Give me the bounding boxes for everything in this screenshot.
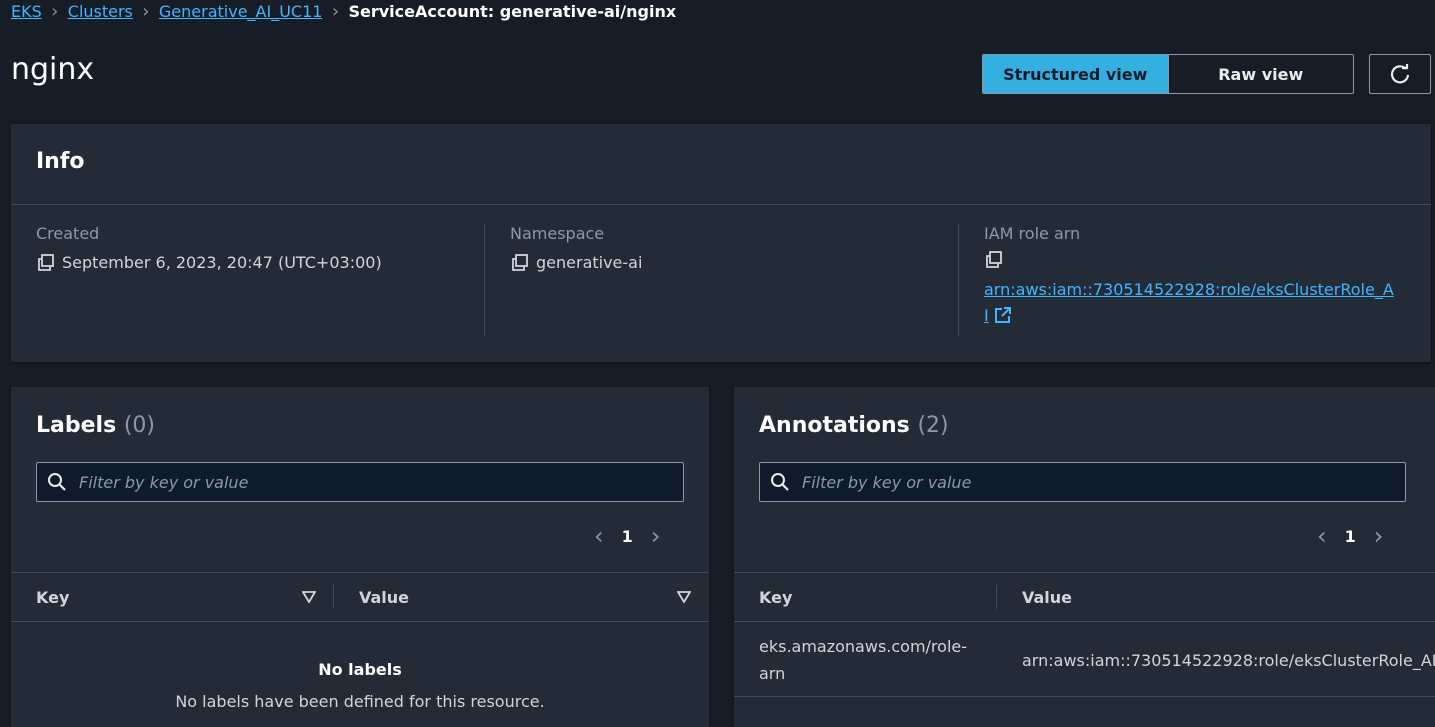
page-title: nginx [11, 52, 95, 87]
annotations-search-input[interactable] [800, 471, 1364, 493]
search-icon [771, 473, 789, 491]
copy-icon[interactable] [984, 251, 1004, 269]
created-label: Created [36, 224, 100, 243]
annotations-table-header: Key Value [734, 572, 1435, 622]
annotations-panel: Annotations (2) ‹ 1 › Key Value eks.amaz… [734, 387, 1435, 727]
divider [958, 224, 959, 336]
column-divider [996, 585, 997, 609]
labels-title-text: Labels [36, 413, 117, 438]
table-row-key: eks.amazonaws.com/role- arn [759, 633, 989, 687]
raw-view-button[interactable]: Raw view [1167, 55, 1354, 93]
divider [484, 224, 485, 336]
labels-col-value[interactable]: Value [359, 588, 409, 607]
chevron-left-icon[interactable]: ‹ [594, 522, 604, 550]
breadcrumb-eks[interactable]: EKS [11, 2, 42, 21]
chevron-right-icon: › [142, 0, 150, 22]
refresh-button[interactable] [1369, 54, 1431, 94]
namespace-field: Namespace generative-ai [510, 224, 642, 272]
annotations-count: (2) [917, 413, 949, 438]
chevron-right-icon: › [51, 0, 59, 22]
labels-panel: Labels (0) ‹ 1 › Key Value No labels No … [11, 387, 709, 727]
view-toggle: Structured view Raw view [982, 54, 1354, 94]
copy-icon[interactable] [36, 253, 56, 272]
annotation-key-line2: arn [759, 664, 786, 683]
structured-view-button[interactable]: Structured view [983, 55, 1168, 93]
breadcrumb-current: ServiceAccount: generative-ai/nginx [348, 1, 677, 21]
namespace-value: generative-ai [536, 253, 643, 272]
annotations-title-text: Annotations [759, 413, 910, 438]
chevron-left-icon[interactable]: ‹ [1317, 522, 1327, 550]
annotations-title: Annotations (2) [759, 413, 949, 438]
iam-role-link-line1[interactable]: arn:aws:iam::730514522928:role/eksCluste… [984, 280, 1394, 299]
labels-search-input[interactable] [77, 471, 641, 493]
labels-empty-title: No labels [318, 660, 402, 679]
labels-table-header: Key Value [11, 572, 709, 622]
annotations-pagination: ‹ 1 › [1317, 522, 1383, 550]
labels-search[interactable] [36, 462, 684, 502]
iam-role-label: IAM role arn [984, 224, 1081, 243]
labels-count: (0) [123, 413, 156, 438]
annotation-key-line1: eks.amazonaws.com/role- [759, 637, 968, 656]
annotations-col-value[interactable]: Value [1022, 588, 1072, 607]
external-link-icon[interactable] [994, 306, 1012, 324]
chevron-right-icon[interactable]: › [651, 522, 661, 550]
sort-icon[interactable] [302, 591, 316, 603]
info-panel: Info Created September 6, 2023, 20:47 (U… [11, 124, 1431, 362]
annotation-value: arn:aws:iam::730514522928:role/eksCluste… [1022, 651, 1435, 670]
labels-page-number[interactable]: 1 [622, 527, 633, 546]
labels-title: Labels (0) [36, 413, 155, 438]
breadcrumb: EKS › Clusters › Generative_AI_UC11 › Se… [11, 0, 676, 22]
annotations-col-key[interactable]: Key [759, 588, 792, 607]
labels-col-key[interactable]: Key [36, 588, 69, 607]
iam-role-field: IAM role arn arn:aws:iam::730514522928:r… [984, 224, 1404, 329]
breadcrumb-clusters[interactable]: Clusters [68, 2, 133, 21]
info-title: Info [36, 149, 85, 174]
chevron-right-icon: › [331, 0, 340, 22]
created-value: September 6, 2023, 20:47 (UTC+03:00) [62, 253, 382, 272]
namespace-label: Namespace [510, 224, 605, 243]
sort-icon[interactable] [677, 591, 691, 603]
copy-icon[interactable] [510, 253, 530, 272]
breadcrumb-cluster[interactable]: Generative_AI_UC11 [159, 2, 323, 21]
created-field: Created September 6, 2023, 20:47 (UTC+03… [36, 224, 382, 272]
chevron-right-icon[interactable]: › [1374, 522, 1384, 550]
row-divider [734, 696, 1435, 697]
annotations-page-number[interactable]: 1 [1345, 527, 1356, 546]
refresh-icon [1390, 64, 1410, 84]
search-icon [48, 473, 66, 491]
info-header: Info [11, 124, 1431, 205]
iam-role-link-line2[interactable]: I [984, 306, 989, 325]
labels-pagination: ‹ 1 › [594, 522, 660, 550]
labels-empty-description: No labels have been defined for this res… [175, 692, 545, 711]
column-divider [333, 585, 334, 609]
iam-role-link[interactable]: arn:aws:iam::730514522928:role/eksCluste… [984, 277, 1404, 329]
annotations-search[interactable] [759, 462, 1406, 502]
